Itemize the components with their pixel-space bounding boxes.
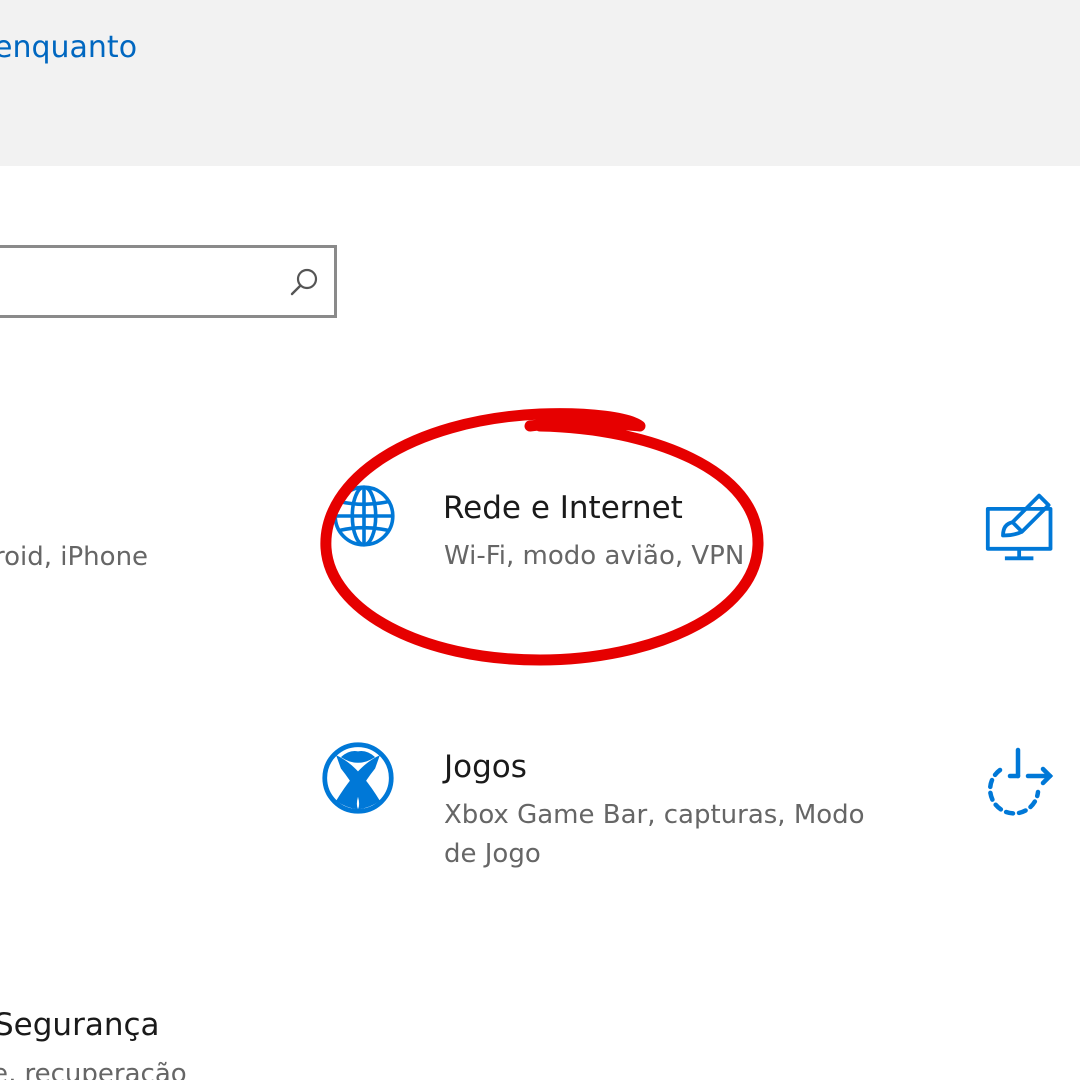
banner-link[interactable]: enquanto bbox=[0, 30, 137, 65]
update-sync-icon bbox=[987, 747, 1054, 816]
globe-icon bbox=[333, 485, 395, 547]
tile-update[interactable] bbox=[980, 740, 1080, 830]
tile-security[interactable]: Segurança e, recuperação bbox=[0, 1000, 260, 1080]
tile-gaming-desc-line1: Xbox Game Bar, capturas, Modo bbox=[444, 800, 865, 830]
top-banner: enquanto bbox=[0, 0, 1080, 166]
tile-security-title: Segurança bbox=[0, 1007, 160, 1043]
personalization-icon bbox=[985, 493, 1053, 561]
settings-window: enquanto roid, iPhone Rede e Internet Wi… bbox=[0, 0, 1080, 1080]
tile-network[interactable]: Rede e Internet Wi-Fi, modo avião, VPN bbox=[320, 480, 760, 590]
search-box[interactable] bbox=[0, 245, 337, 318]
tile-gaming-desc-line2: de Jogo bbox=[444, 839, 541, 869]
tile-network-desc: Wi-Fi, modo avião, VPN bbox=[444, 541, 745, 571]
tile-gaming[interactable]: Jogos Xbox Game Bar, capturas, Modo de J… bbox=[320, 740, 880, 880]
tile-network-title: Rede e Internet bbox=[443, 490, 683, 526]
tile-personalization[interactable] bbox=[980, 480, 1080, 570]
tile-security-desc: e, recuperação bbox=[0, 1059, 187, 1080]
tile-phone-desc: roid, iPhone bbox=[0, 542, 149, 572]
tile-phone[interactable]: roid, iPhone bbox=[0, 530, 200, 590]
search-input[interactable] bbox=[3, 248, 267, 317]
xbox-icon bbox=[322, 742, 394, 814]
tile-gaming-title: Jogos bbox=[444, 749, 527, 785]
search-icon[interactable] bbox=[288, 266, 320, 298]
